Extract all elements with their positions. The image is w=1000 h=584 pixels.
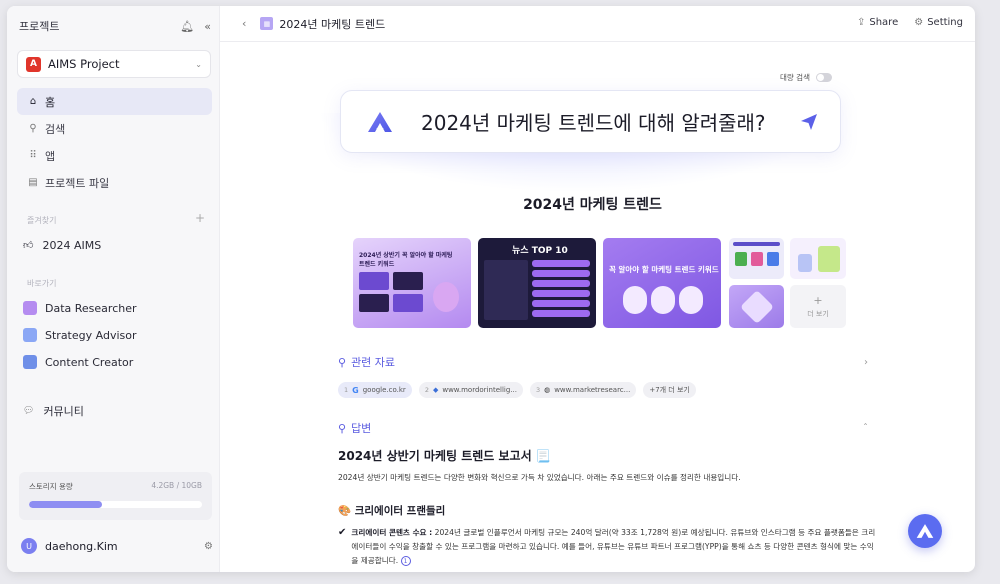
sidebar-item-search[interactable]: ⚲ 검색 [17,115,212,142]
source-chip[interactable]: 3 ◍ www.marketresearc... [529,382,637,398]
globe-icon: ◍ [544,386,551,394]
bell-icon[interactable]: 🔔︎ [180,20,194,33]
storage-usage-card: 스토리지 용량 4.2GB / 10GB [19,472,212,520]
sidebar-item-apps[interactable]: ⠿ 앱 [17,142,212,169]
sidebar-item-community[interactable]: 💬︎ 커뮤니티 [23,400,213,422]
image-thumbnail[interactable]: 뉴스 TOP 10 [478,238,596,328]
citation-badge[interactable]: 1 [400,556,411,566]
check-icon: ✔ [338,527,347,538]
storage-progress-bar [29,501,202,508]
bulk-search-label: 대량 검색 [780,73,810,82]
sidebar-item-home[interactable]: ⌂ 홈 [17,88,212,115]
share-button[interactable]: ⇪ Share [857,17,898,28]
shortcuts-section-label: 바로가기 [27,279,57,288]
sidebar-item-label: 프로젝트 파일 [45,176,110,190]
storage-amount: 4.2GB / 10GB [151,481,202,490]
top-bar: ‹ ▦ 2024년 마케팅 트렌드 ⇪ Share ⚙ Setting [220,6,975,42]
project-logo-icon: A [26,56,41,72]
more-sources-chip[interactable]: +7개 더 보기 [643,382,696,398]
sidebar: 프로젝트 🔔︎ « A AIMS Project ⌄ ⌂ 홈 ⚲ 검색 ⠿ 앱 … [7,6,220,572]
collapse-sidebar-icon[interactable]: « [204,20,211,33]
bulk-search-toggle[interactable] [815,73,832,82]
add-favorite-icon[interactable]: + [195,211,205,225]
avatar: U [21,538,37,554]
strategy-advisor-avatar-icon [23,328,37,342]
send-icon[interactable] [800,113,818,131]
source-chips: 1 Ggoogle.co.kr 2 ◆ www.mordorintellig... 3… [338,382,696,398]
favorites-section-label: 즐겨찾기 [27,216,57,225]
image-thumbnail[interactable] [729,238,784,279]
storage-label: 스토리지 용량 [29,482,73,491]
sidebar-item-label: 앱 [45,149,56,163]
answer-title: 2024년 상반기 마케팅 트렌드 보고서 📃 [338,449,551,463]
share-icon: ⇪ [856,17,866,28]
pin-icon: ⚲ [338,355,347,369]
image-thumbnail[interactable]: 2024년 상반기 꼭 알아야 할 마케팅 트렌드 키워드 [353,238,471,328]
query-box[interactable]: 2024년 마케팅 트렌드에 대해 알려줄래? [340,90,841,153]
answer-intro: 2024년 상반기 마케팅 트렌드는 다양한 변화와 혁신으로 가득 차 있었습… [338,473,741,482]
file-icon: ▤ [28,177,38,188]
aims-logo-icon [916,524,934,538]
query-text: 2024년 마케팅 트렌드에 대해 알려줄래? [421,111,766,135]
main-content: 대량 검색 2024년 마케팅 트렌드에 대해 알려줄래? 2024년 마케팅 … [220,43,975,572]
assistant-fab-button[interactable] [908,514,942,548]
gear-icon[interactable]: ⚙ [204,541,213,552]
pin-icon: ⚲ [338,421,347,435]
image-thumbnail[interactable]: 꼭 알아야 할 마케팅 트렌드 키워드 [603,238,721,328]
sidebar-header: 프로젝트 🔔︎ « [19,16,211,36]
user-name: daehong.Kim [45,539,118,553]
sidebar-title: 프로젝트 [19,20,60,33]
image-thumbnail[interactable] [729,285,784,328]
related-sources-header[interactable]: ⚲ 관련 자료 › [338,354,868,370]
sidebar-item-label: 검색 [45,122,66,136]
back-chevron-icon[interactable]: ‹ [242,17,246,30]
search-icon: ⚲ [29,123,37,134]
thumbs-up-icon: 👍︎ [23,240,34,251]
result-heading: 2024년 마케팅 트렌드 [523,197,662,213]
user-profile[interactable]: U daehong.Kim ⚙ [21,536,213,556]
more-images-button[interactable]: + 더 보기 [790,285,846,328]
agent-data-researcher[interactable]: Data Researcher [23,297,213,319]
content-creator-avatar-icon [23,355,37,369]
answer-subtitle: 🎨 크리에이터 프랜들리 [338,505,446,517]
answer-bullet: ✔ 크리에이터 콘텐츠 수요 : 2024년 글로벌 인플루언서 마케팅 규모는… [338,526,878,568]
image-thumbnail[interactable] [790,238,846,279]
data-researcher-avatar-icon [23,301,37,315]
source-chip[interactable]: 2 ◆ www.mordorintellig... [418,382,523,398]
app-window: 프로젝트 🔔︎ « A AIMS Project ⌄ ⌂ 홈 ⚲ 검색 ⠿ 앱 … [7,6,975,572]
gear-icon: ⚙ [914,17,924,28]
chat-bubbles-icon: 💬︎ [23,406,35,416]
sidebar-item-project-files[interactable]: ▤ 프로젝트 파일 [17,169,212,196]
plus-icon: + [813,294,823,307]
favorite-item-2024-aims[interactable]: 👍︎ 2024 AIMS [23,234,213,256]
google-icon: G [352,385,359,395]
setting-button[interactable]: ⚙ Setting [914,17,963,28]
chevron-up-icon[interactable]: ˆ [863,423,868,434]
document-icon: ▦ [260,17,274,30]
aims-logo-icon [368,111,392,132]
sidebar-item-label: 홈 [45,95,56,109]
bulk-search-toggle-row: 대량 검색 [780,72,832,83]
storage-progress-fill [29,501,102,508]
agent-strategy-advisor[interactable]: Strategy Advisor [23,324,213,346]
home-icon: ⌂ [29,96,37,107]
agent-content-creator[interactable]: Content Creator [23,351,213,373]
source-chip[interactable]: 1 Ggoogle.co.kr [338,382,412,398]
mordor-icon: ◆ [432,386,439,394]
answer-header[interactable]: ⚲ 답변 ˆ [338,420,868,436]
page-title: 2024년 마케팅 트렌드 [279,17,386,31]
apps-icon: ⠿ [29,150,37,161]
chevron-right-icon[interactable]: › [864,357,868,368]
project-selector[interactable]: A AIMS Project ⌄ [17,50,211,78]
project-name: AIMS Project [48,57,120,71]
chevron-down-icon: ⌄ [195,59,202,69]
